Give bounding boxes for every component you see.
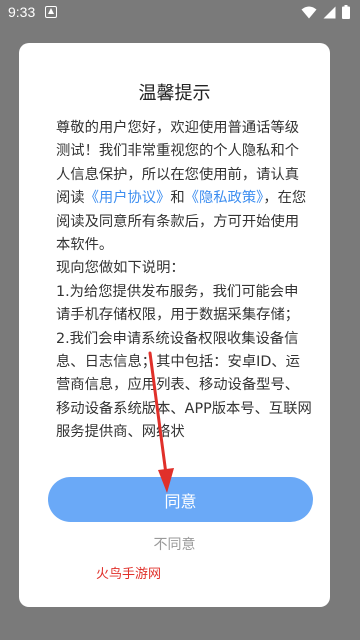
watermark-text: 火鸟手游网 [96, 567, 162, 582]
privacy-policy-link[interactable]: 《隐私政策》 [185, 190, 264, 206]
user-agreement-link[interactable]: 《用户协议》 [85, 190, 171, 206]
point-1: 1.为给您提供发布服务，我们可能会申请手机存储权限，用于数据采集存储； [56, 283, 300, 324]
dialog-body[interactable]: 尊敬的用户您好，欢迎使用普通话等级测试！我们非常重视您的个人隐私和个人信息保护，… [56, 117, 312, 489]
status-time: 9:33 [8, 4, 36, 20]
privacy-dialog: 温馨提示 尊敬的用户您好，欢迎使用普通话等级测试！我们非常重视您的个人隐私和个人… [19, 43, 330, 607]
agree-button[interactable]: 同意 [48, 477, 313, 522]
point-2: 2.我们会申请系统设备权限收集设备信息、日志信息；其中包括：安卓ID、运营商信息… [56, 330, 312, 441]
battery-icon [342, 5, 350, 19]
notification-a-icon [45, 6, 58, 18]
status-bar: 9:33 [0, 0, 360, 24]
explain-heading: 现向您做如下说明： [56, 260, 185, 277]
wifi-icon [301, 6, 317, 18]
dialog-title: 温馨提示 [138, 83, 211, 104]
and-text: 和 [170, 190, 185, 207]
status-right [301, 5, 350, 19]
intro-paragraph: 尊敬的用户您好，欢迎使用普通话等级测试！我们非常重视您的个人隐私和个人信息保护，… [56, 117, 312, 257]
status-left: 9:33 [8, 4, 58, 20]
disagree-button[interactable]: 不同意 [19, 534, 330, 554]
cellular-signal-icon [323, 6, 336, 18]
